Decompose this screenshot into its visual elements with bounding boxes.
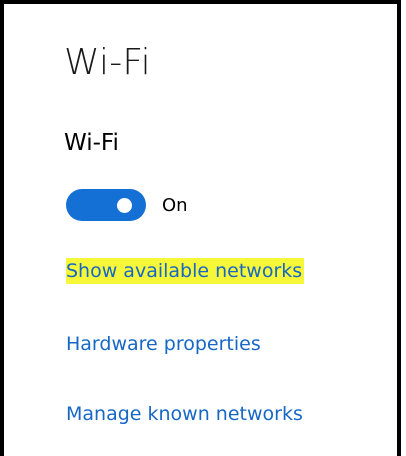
wifi-toggle-switch[interactable]	[66, 189, 146, 221]
toggle-state-label: On	[162, 194, 188, 216]
show-available-networks-link[interactable]: Show available networks	[66, 258, 305, 284]
page-title: Wi-Fi	[64, 42, 151, 83]
toggle-knob	[117, 198, 132, 213]
wifi-toggle-row: On	[66, 189, 188, 221]
hardware-properties-link[interactable]: Hardware properties	[66, 331, 261, 357]
wifi-settings-panel: Wi-Fi Wi-Fi On Show available networks H…	[0, 0, 401, 456]
manage-known-networks-link[interactable]: Manage known networks	[66, 401, 303, 427]
wifi-section-title: Wi-Fi	[64, 130, 119, 156]
